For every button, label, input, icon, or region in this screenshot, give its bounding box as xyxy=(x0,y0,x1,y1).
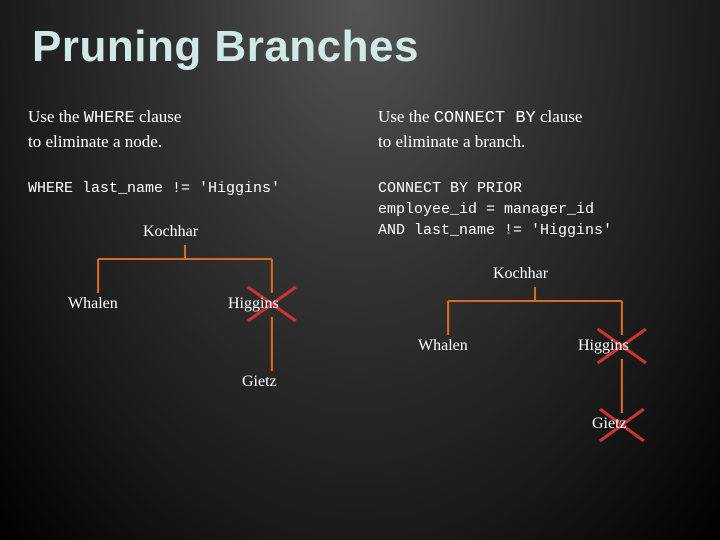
tree-node-left: Whalen xyxy=(418,337,468,355)
left-tree: Kochhar Whalen Higgins Gietz xyxy=(28,217,342,427)
slide-title: Pruning Branches xyxy=(32,22,692,72)
tree-lines xyxy=(28,217,342,427)
left-column: Use the WHERE clause to eliminate a node… xyxy=(28,106,342,469)
txt: Use the xyxy=(28,107,84,126)
slide: Pruning Branches Use the WHERE clause to… xyxy=(0,0,720,540)
tree-node-leaf: Gietz xyxy=(592,415,627,433)
left-description: Use the WHERE clause to eliminate a node… xyxy=(28,106,342,154)
tree-lines xyxy=(378,259,692,469)
code: WHERE xyxy=(84,109,135,128)
right-description: Use the CONNECT BY clause to eliminate a… xyxy=(378,106,692,154)
tree-node-leaf: Gietz xyxy=(242,373,277,391)
left-sql: WHERE last_name != 'Higgins' xyxy=(28,178,342,199)
tree-node-left: Whalen xyxy=(68,295,118,313)
columns: Use the WHERE clause to eliminate a node… xyxy=(28,106,692,469)
txt: Use the xyxy=(378,107,434,126)
code: CONNECT BY xyxy=(434,109,536,128)
right-sql: CONNECT BY PRIOR employee_id = manager_i… xyxy=(378,178,692,241)
tree-node-root: Kochhar xyxy=(143,223,198,241)
tree-node-right: Higgins xyxy=(578,337,629,355)
tree-node-root: Kochhar xyxy=(493,265,548,283)
tree-node-right: Higgins xyxy=(228,295,279,313)
right-column: Use the CONNECT BY clause to eliminate a… xyxy=(378,106,692,469)
right-tree: Kochhar Whalen Higgins Gietz xyxy=(378,259,692,469)
